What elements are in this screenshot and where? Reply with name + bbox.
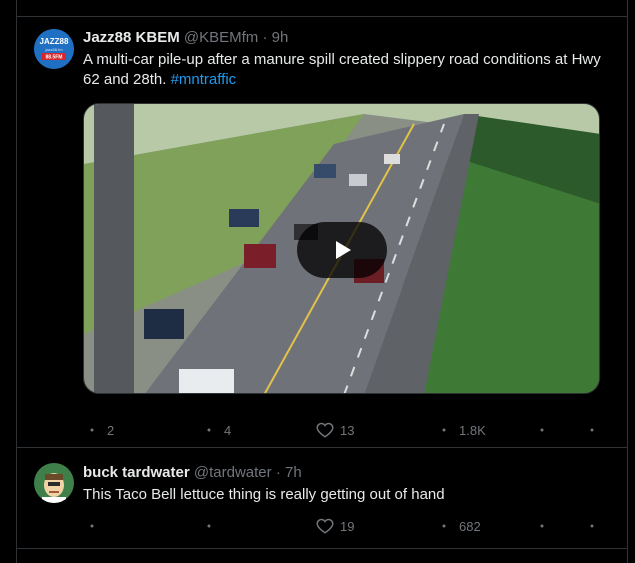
repost-count: 4 [224, 422, 232, 438]
reply-icon [83, 517, 101, 535]
repost-button[interactable]: 4 [200, 421, 231, 439]
tweet-text: This Taco Bell lettuce thing is really g… [83, 486, 445, 503]
timestamp[interactable]: 9h [272, 29, 289, 46]
tweet-body: A multi-car pile-up after a manure spill… [83, 51, 601, 88]
views-count: 682 [459, 518, 481, 534]
views-button[interactable]: 1.8K [435, 421, 486, 439]
like-button[interactable]: 19 [316, 517, 354, 535]
repost-icon [200, 517, 218, 535]
avatar[interactable]: JAZZ88 jazz88.fm 88.5FM [34, 29, 74, 69]
tweet-actions: 2 4 13 1.8K [83, 421, 608, 441]
like-count: 19 [340, 518, 355, 534]
views-count: 1.8K [459, 422, 486, 438]
avatar[interactable] [34, 463, 74, 503]
bookmark-icon [533, 421, 551, 439]
separator-dot: · [275, 464, 281, 481]
reply-button[interactable]: 2 [83, 421, 114, 439]
handle[interactable]: @tardwater [194, 464, 272, 481]
share-icon [583, 421, 601, 439]
like-button[interactable]: 13 [316, 421, 354, 439]
views-icon [435, 517, 453, 535]
views-button[interactable]: 682 [435, 517, 481, 535]
tweet-header: Jazz88 KBEM @KBEMfm · 9h [83, 29, 288, 46]
display-name[interactable]: Jazz88 KBEM [83, 29, 180, 46]
play-button[interactable] [297, 222, 387, 278]
svg-text:JAZZ88: JAZZ88 [40, 37, 69, 46]
tweet-tardwater[interactable]: buck tardwater @tardwater · 7h This Taco… [16, 448, 628, 548]
share-button[interactable] [583, 517, 601, 535]
like-icon [316, 517, 334, 535]
separator-dot: · [262, 29, 268, 46]
hashtag-link[interactable]: #mntraffic [171, 71, 237, 88]
display-name[interactable]: buck tardwater [83, 464, 190, 481]
like-icon [316, 421, 334, 439]
svg-text:jazz88.fm: jazz88.fm [44, 47, 63, 52]
tweet-jazz88[interactable]: JAZZ88 jazz88.fm 88.5FM Jazz88 KBEM @KBE… [16, 17, 628, 447]
repost-button[interactable] [200, 517, 218, 535]
reply-button[interactable] [83, 517, 101, 535]
bookmark-button[interactable] [533, 421, 551, 439]
bookmark-icon [533, 517, 551, 535]
handle[interactable]: @KBEMfm [184, 29, 258, 46]
bookmark-button[interactable] [533, 517, 551, 535]
play-icon [336, 241, 351, 259]
divider [16, 548, 628, 549]
tweet-header: buck tardwater @tardwater · 7h [83, 464, 302, 481]
share-button[interactable] [583, 421, 601, 439]
timestamp[interactable]: 7h [285, 464, 302, 481]
views-icon [435, 421, 453, 439]
share-icon [583, 517, 601, 535]
reply-count: 2 [107, 422, 115, 438]
repost-icon [200, 421, 218, 439]
like-count: 13 [340, 422, 355, 438]
tweet-actions: 19 682 [83, 517, 608, 537]
tweet-text: A multi-car pile-up after a manure spill… [83, 50, 608, 90]
svg-text:88.5FM: 88.5FM [46, 55, 63, 61]
reply-icon [83, 421, 101, 439]
video-player[interactable] [83, 103, 600, 394]
